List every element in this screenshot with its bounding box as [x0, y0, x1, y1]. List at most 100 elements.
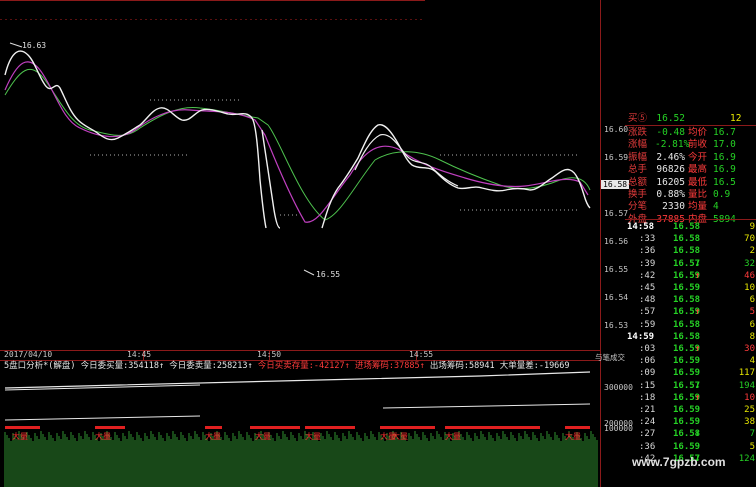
trade-row: 14:58 16.58 9	[625, 221, 756, 233]
trade-row: :57 16.59 ↑ 5	[625, 306, 756, 318]
quote-value: 0.9	[713, 189, 731, 200]
trade-row: :09 16.59 117	[625, 367, 756, 379]
trade-row: :06 16.59 4	[625, 355, 756, 367]
quote-value: 4	[713, 201, 719, 213]
trade-volume: 25	[744, 405, 755, 415]
big-volume-label: 大量	[12, 432, 28, 441]
trade-row: :42 16.59 ↑ 46	[625, 270, 756, 282]
quote-row: 总手 96826 最高 16.9	[625, 164, 756, 176]
quote-value: 96826	[656, 164, 685, 176]
buy-pending-label: 今日委买量:	[80, 361, 129, 371]
trade-time: 14:59	[627, 331, 655, 342]
outflow-label: 出场筹码:	[429, 361, 469, 371]
buy5-label: 买⑤	[628, 113, 648, 124]
big-order-mark	[305, 426, 355, 429]
trade-volume: 6	[749, 319, 755, 330]
trade-time: :36	[639, 246, 656, 257]
trade-price: 16.58	[673, 331, 701, 342]
trade-row: :21 16.59 25	[625, 404, 756, 416]
quote-value: 16.5	[713, 176, 736, 188]
quote-label: 最高	[688, 164, 708, 176]
indicator-line-upper	[4, 371, 591, 389]
trade-row: :36 16.59 5	[625, 441, 756, 453]
trade-volume: 10	[744, 283, 755, 293]
quote-row: 振幅 2.46% 今开 16.9	[625, 152, 756, 164]
big-order-marks	[5, 426, 590, 429]
trade-volume: 117	[738, 368, 755, 379]
trade-row: :39 16.57 ↓ 32	[625, 258, 756, 270]
price-line	[321, 123, 591, 229]
trade-time: :39	[639, 258, 656, 269]
sell-pending-label: 今日委卖量:	[169, 361, 217, 371]
trade-volume: 46	[744, 270, 755, 281]
trade-price: 16.58	[673, 246, 701, 257]
big-volume-label: 大量	[305, 432, 321, 441]
quote-label: 振幅	[628, 151, 648, 163]
price-line	[261, 129, 281, 229]
quote-value: 16205	[656, 176, 685, 188]
watermark: www.7gpzb.com	[632, 455, 726, 469]
quote-row: 涨跌 -0.48 均价 16.7	[625, 127, 756, 139]
quote-panel: 买⑤ 16.52 12 涨跌 -0.48 均价 16.7 涨幅 -2.81% 前收 17.0 振…	[625, 110, 756, 230]
quote-label: 前收	[688, 139, 708, 151]
panel-divider	[625, 219, 756, 220]
ma-magenta-line	[4, 61, 589, 223]
trade-volume: 2	[749, 246, 755, 257]
big-order-mark	[445, 426, 540, 429]
trade-row: 14:59 16.58 8	[625, 331, 756, 343]
outflow-value: 58941	[468, 361, 495, 371]
quote-label: 涨幅	[628, 139, 648, 151]
trade-price: 16.58	[673, 234, 701, 245]
net-inventory-label: 今日买卖存量:	[257, 361, 314, 371]
big-order-mark	[565, 426, 590, 429]
inflow-label: 进场筹码:	[354, 361, 395, 371]
quote-label: 分笔	[628, 201, 648, 213]
quote-label: 总手	[628, 164, 648, 176]
big-volume-label: 大量	[445, 432, 461, 441]
quote-value: 2.46%	[656, 151, 685, 163]
trade-volume: 6	[749, 295, 755, 306]
low-price-label: 16.55	[316, 270, 341, 279]
quote-label: 换手	[628, 189, 648, 200]
indicator-line-mid	[4, 415, 201, 421]
trade-time: :21	[639, 405, 656, 415]
quote-value: 16.9	[713, 151, 736, 163]
trade-volume: 5	[749, 307, 755, 318]
quote-row: 换手 0.88% 量比 0.9	[625, 189, 756, 201]
big-order-mark	[5, 426, 40, 429]
trade-volume: 124	[738, 453, 755, 464]
buy-pending-value: 354118	[128, 361, 159, 371]
big-volume-label: 大量	[392, 432, 408, 441]
trade-price: 16.59	[673, 405, 701, 415]
trade-time: :27	[639, 429, 656, 440]
quote-label: 均价	[688, 127, 708, 138]
trade-volume: 9	[749, 222, 755, 232]
big-order-mark	[95, 426, 125, 429]
trade-time: :45	[639, 283, 656, 293]
trade-direction-icon: ↑	[695, 344, 701, 354]
trade-volume: 194	[738, 380, 755, 391]
net-inventory-value: -42127	[313, 361, 345, 371]
quote-label: 今开	[688, 151, 708, 163]
buy5-row: 买⑤ 16.52 12	[625, 113, 756, 125]
trade-price: 16.58	[673, 319, 701, 330]
quote-value: -2.81%	[655, 139, 690, 151]
indicator-name[interactable]: 5盘口分析*(解盘)	[4, 361, 75, 371]
big-volume-label: 大量	[255, 432, 271, 441]
trade-time: :33	[639, 234, 656, 245]
sell-pending-value: 258213	[216, 361, 248, 371]
quote-row: 分笔 2330 均量 4	[625, 201, 756, 213]
quote-label: 均量	[688, 201, 708, 213]
trade-volume: 10	[744, 392, 755, 403]
trade-price: 16.58	[673, 222, 701, 232]
trade-time: :24	[639, 417, 656, 428]
trade-row: :03 16.59 ↑ 30	[625, 343, 756, 355]
indicator-title-bar: 5盘口分析*(解盘) 今日委买量:354118↑ 今日委卖量:258213↑ 今…	[4, 361, 570, 371]
quote-value: 17.0	[713, 139, 736, 151]
buy5-volume: 12	[730, 113, 742, 124]
trade-row: :48 16.58 6	[625, 294, 756, 306]
quote-label: 最低	[688, 176, 708, 188]
trade-time: :06	[639, 356, 656, 367]
intraday-chart[interactable]: 16.63 16.55	[0, 0, 601, 487]
trade-volume: 70	[744, 234, 755, 245]
